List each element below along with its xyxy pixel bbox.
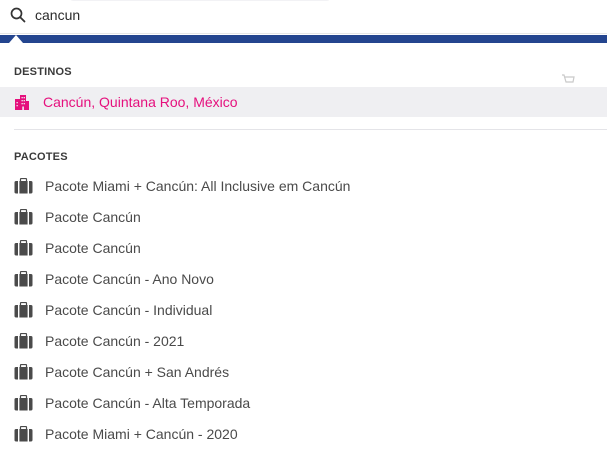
package-label: Pacote Cancún - Individual — [45, 302, 213, 318]
package-item[interactable]: Pacote Miami + Cancún - 2020 — [0, 419, 607, 450]
package-item[interactable]: Pacote Cancún - Ano Novo — [0, 264, 607, 295]
search-icon[interactable] — [9, 6, 27, 24]
package-item[interactable]: Pacote Miami + Cancún: All Inclusive em … — [0, 171, 607, 202]
package-label: Pacote Miami + Cancún: All Inclusive em … — [45, 178, 351, 194]
destination-item[interactable]: Cancún, Quintana Roo, México — [0, 87, 607, 117]
suitcase-icon — [14, 363, 33, 380]
city-icon — [14, 94, 30, 110]
package-label: Pacote Cancún — [45, 209, 141, 225]
suitcase-icon — [14, 332, 33, 349]
package-label: Pacote Cancún - 2021 — [45, 333, 185, 349]
destinations-section-title: DESTINOS — [14, 66, 72, 78]
suitcase-icon — [14, 301, 33, 318]
suitcase-icon — [14, 394, 33, 411]
dropdown-caret — [9, 35, 23, 43]
package-label: Pacote Cancún + San Andrés — [45, 364, 230, 380]
package-item[interactable]: Pacote Cancún - Alta Temporada — [0, 388, 607, 419]
packages-section-title: PACOTES — [14, 151, 68, 163]
package-label: Pacote Miami + Cancún - 2020 — [45, 426, 238, 442]
section-divider — [14, 129, 607, 130]
package-item[interactable]: Pacote Cancún - Individual — [0, 295, 607, 326]
package-label: Pacote Cancún — [45, 240, 141, 256]
suitcase-icon — [14, 270, 33, 287]
header-stripe — [0, 35, 607, 43]
package-item[interactable]: Pacote Cancún + San Andrés — [0, 357, 607, 388]
search-input[interactable] — [33, 4, 573, 26]
cart-icon — [561, 73, 575, 85]
suitcase-icon — [14, 239, 33, 256]
package-item[interactable]: Pacote Cancún - 2021 — [0, 326, 607, 357]
suitcase-icon — [14, 208, 33, 225]
suitcase-icon — [14, 177, 33, 194]
suitcase-icon — [14, 425, 33, 442]
destination-label: Cancún, Quintana Roo, México — [43, 94, 238, 110]
package-label: Pacote Cancún - Alta Temporada — [45, 395, 251, 411]
search-bar — [0, 0, 607, 34]
package-label: Pacote Cancún - Ano Novo — [45, 271, 214, 287]
packages-list: Pacote Miami + Cancún: All Inclusive em … — [0, 171, 607, 450]
package-item[interactable]: Pacote Cancún — [0, 233, 607, 264]
package-item[interactable]: Pacote Cancún — [0, 202, 607, 233]
background-placeholder — [70, 0, 330, 1]
